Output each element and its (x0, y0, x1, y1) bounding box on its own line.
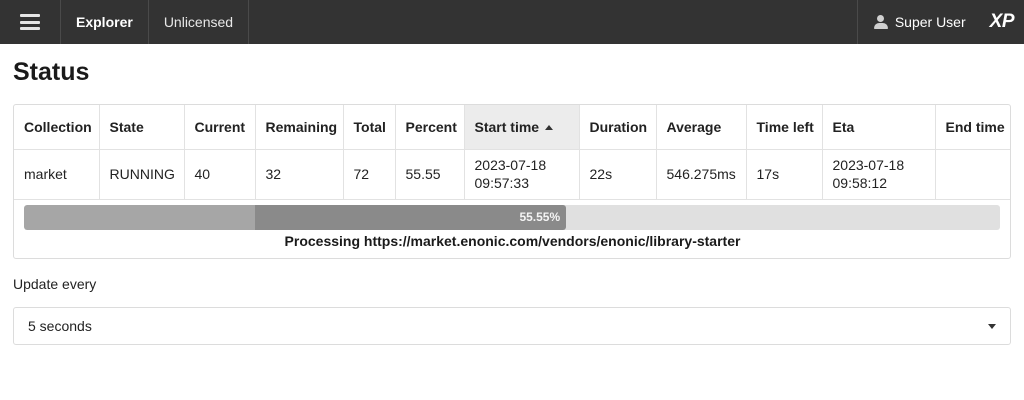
cell-state: RUNNING (99, 149, 185, 200)
column-header-percent[interactable]: Percent (395, 105, 465, 150)
hamburger-icon (20, 14, 40, 30)
app-name[interactable]: Explorer (61, 0, 149, 44)
cell-end-time (935, 149, 1010, 200)
column-header-total[interactable]: Total (343, 105, 396, 150)
eta-date: 2023-07-18 (832, 157, 905, 173)
update-interval-select[interactable]: 5 seconds (13, 307, 1011, 345)
cell-eta: 2023-07-18 09:58:12 (822, 149, 936, 200)
license-status[interactable]: Unlicensed (149, 0, 250, 44)
menu-button[interactable] (0, 0, 61, 44)
progress-bar-fill: 55.55% (24, 205, 567, 230)
progress-bar-track: 55.55% (24, 205, 1000, 230)
cell-average: 546.275ms (656, 149, 747, 200)
cell-collection: market (14, 149, 100, 200)
cell-time-left: 17s (746, 149, 823, 200)
progress-bar-segment-light (24, 205, 255, 230)
top-bar: Explorer Unlicensed Super User XP (0, 0, 1024, 44)
update-every-label: Update every (13, 276, 97, 292)
status-table: Collection State Current Remaining Total… (14, 105, 1010, 200)
column-header-duration[interactable]: Duration (579, 105, 657, 150)
user-name: Super User (894, 14, 966, 30)
start-date: 2023-07-18 (474, 157, 547, 173)
column-header-start-time[interactable]: Start time (464, 105, 580, 150)
column-header-remaining[interactable]: Remaining (255, 105, 344, 150)
user-icon (873, 15, 888, 29)
cell-total: 72 (343, 149, 396, 200)
column-header-end-time[interactable]: End time (935, 105, 1010, 150)
sort-ascending-icon (545, 124, 554, 130)
start-time-label: Start time (474, 118, 540, 135)
cell-remaining: 32 (255, 149, 344, 200)
page-title: Status (13, 58, 90, 86)
column-header-average[interactable]: Average (656, 105, 747, 150)
xp-logo[interactable]: XP (990, 0, 1024, 44)
start-clock: 09:57:33 (474, 175, 530, 191)
column-header-collection[interactable]: Collection (14, 105, 100, 150)
cell-start-time: 2023-07-18 09:57:33 (464, 149, 580, 200)
column-header-time-left[interactable]: Time left (746, 105, 823, 150)
eta-clock: 09:58:12 (832, 175, 888, 191)
status-panel: Collection State Current Remaining Total… (13, 104, 1011, 259)
user-menu[interactable]: Super User (856, 0, 990, 44)
table-row: market RUNNING 40 32 72 55.55 2023-07-18… (14, 149, 1010, 200)
progress-percent-label: 55.55% (519, 210, 561, 224)
cell-duration: 22s (579, 149, 657, 200)
chevron-down-icon (988, 323, 996, 329)
cell-current: 40 (184, 149, 256, 200)
column-header-current[interactable]: Current (184, 105, 256, 150)
column-header-state[interactable]: State (99, 105, 185, 150)
processing-status: Processing https://market.enonic.com/ven… (284, 233, 741, 249)
column-header-eta[interactable]: Eta (822, 105, 936, 150)
table-header-row: Collection State Current Remaining Total… (14, 105, 1010, 150)
cell-percent: 55.55 (395, 149, 465, 200)
update-interval-value: 5 seconds (28, 318, 92, 334)
